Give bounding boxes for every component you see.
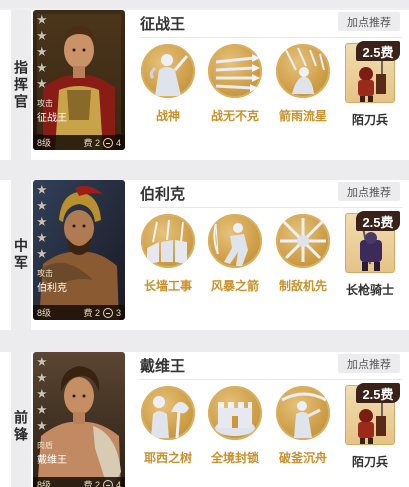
troop-label: 陌刀兵 bbox=[351, 455, 388, 469]
role-label: 前锋 bbox=[13, 410, 29, 444]
star-icon: ★ bbox=[36, 76, 48, 91]
star-icon: ★ bbox=[36, 230, 48, 245]
skill-slot[interactable]: 耶西之树 bbox=[139, 386, 197, 466]
portrait-status-bar: 8级 费 2 3 bbox=[33, 305, 125, 320]
skill-slot[interactable]: 全境封锁 bbox=[206, 386, 264, 466]
general-cost: 费 2 bbox=[83, 138, 100, 148]
skill-slot[interactable]: 战无不克 bbox=[206, 44, 264, 124]
general-level: 8级 bbox=[37, 308, 52, 318]
star-icon: ★ bbox=[36, 28, 48, 43]
general-card-vanguard: 前锋 ★ ★ ★ ★ ★ 肉盾 戴维王 8级 费 2 4 戴维王 加点推荐 耶西… bbox=[0, 352, 409, 487]
star-icon: ★ bbox=[36, 44, 48, 59]
no-entry-icon bbox=[102, 307, 113, 318]
warrior-statue-icon bbox=[141, 44, 195, 98]
spacer bbox=[0, 158, 409, 180]
no-entry-icon bbox=[102, 137, 113, 148]
recommend-points-button[interactable]: 加点推荐 bbox=[338, 12, 400, 31]
portrait-name: 伯利克 bbox=[37, 283, 67, 294]
general-count: 3 bbox=[115, 307, 121, 318]
arrow-rain-icon bbox=[276, 44, 330, 98]
role-label: 指挥官 bbox=[13, 59, 29, 111]
general-name: 戴维王 bbox=[140, 358, 186, 375]
star-rating: ★ ★ ★ ★ ★ bbox=[36, 182, 48, 261]
no-entry-icon bbox=[102, 479, 113, 487]
shield-wall-icon bbox=[141, 214, 195, 268]
divider bbox=[140, 207, 402, 208]
star-icon: ★ bbox=[36, 60, 48, 75]
portrait-status-bar: 8级 费 2 4 bbox=[33, 135, 125, 150]
general-count: 4 bbox=[115, 479, 121, 487]
star-icon: ★ bbox=[36, 214, 48, 229]
troop-slot[interactable]: 2.5费 陌刀兵 bbox=[344, 41, 400, 128]
role-tag: 中军 bbox=[11, 180, 31, 330]
general-cost: 费 2 bbox=[83, 480, 100, 487]
skill-slot[interactable]: 长墙工事 bbox=[139, 214, 197, 294]
general-level: 8级 bbox=[37, 138, 52, 148]
spear-volley-icon bbox=[208, 44, 262, 98]
divider bbox=[140, 379, 402, 380]
skill-label: 战无不克 bbox=[210, 109, 259, 123]
skill-slot[interactable]: 箭雨流星 bbox=[274, 44, 332, 124]
troop-cost-badge: 2.5费 bbox=[356, 211, 400, 231]
portrait-status-bar: 8级 费 2 4 bbox=[33, 477, 125, 487]
recommend-points-button[interactable]: 加点推荐 bbox=[338, 354, 400, 373]
spacer bbox=[0, 330, 409, 352]
troop-slot[interactable]: 2.5费 陌刀兵 bbox=[344, 383, 400, 470]
troop-label: 陌刀兵 bbox=[351, 113, 388, 127]
star-icon: ★ bbox=[36, 386, 48, 401]
crossed-blades-icon bbox=[276, 214, 330, 268]
star-rating: ★ ★ ★ ★ ★ bbox=[36, 354, 48, 433]
star-icon: ★ bbox=[36, 402, 48, 417]
general-level: 8级 bbox=[37, 480, 52, 487]
skill-label: 全境封锁 bbox=[210, 451, 259, 465]
general-count: 4 bbox=[115, 137, 121, 148]
skill-label: 风暴之箭 bbox=[210, 279, 259, 293]
divider bbox=[140, 37, 402, 38]
skill-slot[interactable]: 制敌机先 bbox=[274, 214, 332, 294]
general-portrait[interactable]: ★ ★ ★ ★ ★ 攻击 伯利克 8级 费 2 3 bbox=[33, 180, 125, 320]
portrait-name: 戴维王 bbox=[37, 455, 67, 466]
star-icon: ★ bbox=[36, 354, 48, 369]
star-icon: ★ bbox=[36, 198, 48, 213]
star-rating: ★ ★ ★ ★ ★ bbox=[36, 12, 48, 91]
general-card-commander: 指挥官 ★ ★ ★ ★ ★ 攻击 征战王 8级 费 2 4 征战王 加点推荐 战… bbox=[0, 10, 409, 160]
skill-slot[interactable]: 风暴之箭 bbox=[206, 214, 264, 294]
general-portrait[interactable]: ★ ★ ★ ★ ★ 肉盾 戴维王 8级 费 2 4 bbox=[33, 352, 125, 487]
skill-label: 破釜沉舟 bbox=[278, 451, 327, 465]
general-type-label: 攻击 bbox=[37, 99, 53, 108]
general-portrait[interactable]: ★ ★ ★ ★ ★ 攻击 征战王 8级 费 2 4 bbox=[33, 10, 125, 150]
tree-figure-icon bbox=[141, 386, 195, 440]
troop-label: 长枪骑士 bbox=[345, 283, 394, 297]
skill-slot[interactable]: 战神 bbox=[139, 44, 197, 124]
star-icon: ★ bbox=[36, 370, 48, 385]
star-icon: ★ bbox=[36, 246, 48, 261]
skill-label: 耶西之树 bbox=[143, 451, 192, 465]
skill-label: 箭雨流星 bbox=[278, 109, 327, 123]
charging-warrior-icon bbox=[276, 386, 330, 440]
star-icon: ★ bbox=[36, 418, 48, 433]
troop-slot[interactable]: 2.5费 长枪骑士 bbox=[344, 211, 400, 298]
role-tag: 前锋 bbox=[11, 352, 31, 487]
general-cost: 费 2 bbox=[83, 308, 100, 318]
role-label: 中军 bbox=[13, 238, 29, 272]
general-name: 伯利克 bbox=[140, 186, 186, 203]
skill-slot[interactable]: 破釜沉舟 bbox=[274, 386, 332, 466]
general-name: 征战王 bbox=[140, 16, 186, 33]
star-icon: ★ bbox=[36, 12, 48, 27]
star-icon: ★ bbox=[36, 182, 48, 197]
fortress-icon bbox=[208, 386, 262, 440]
portrait-name: 征战王 bbox=[37, 113, 67, 124]
general-type-label: 攻击 bbox=[37, 269, 53, 278]
storm-archer-icon bbox=[208, 214, 262, 268]
top-spacer bbox=[0, 0, 409, 8]
role-tag: 指挥官 bbox=[11, 10, 31, 160]
general-card-center: 中军 ★ ★ ★ ★ ★ 攻击 伯利克 8级 费 2 3 伯利克 加点推荐 长墙… bbox=[0, 180, 409, 330]
troop-cost-badge: 2.5费 bbox=[356, 41, 400, 61]
skill-label: 制敌机先 bbox=[278, 279, 327, 293]
skill-label: 长墙工事 bbox=[143, 279, 192, 293]
skill-label: 战神 bbox=[155, 109, 180, 123]
recommend-points-button[interactable]: 加点推荐 bbox=[338, 182, 400, 201]
general-type-label: 肉盾 bbox=[37, 441, 53, 450]
troop-cost-badge: 2.5费 bbox=[356, 383, 400, 403]
